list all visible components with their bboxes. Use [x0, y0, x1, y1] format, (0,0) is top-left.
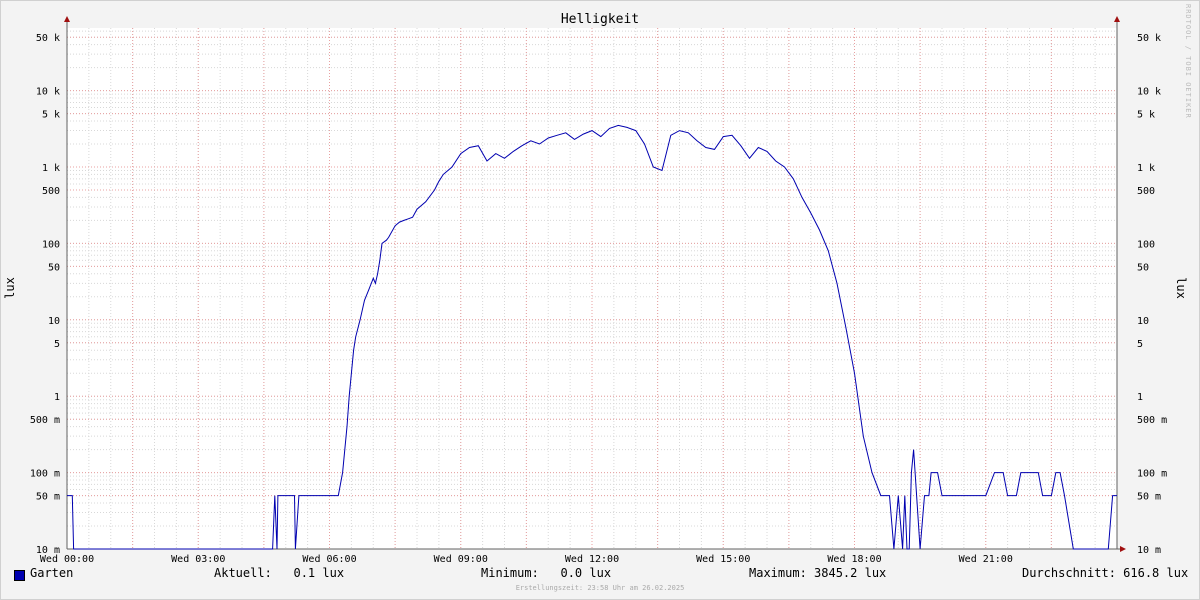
y-tick-label-right: 50	[1137, 262, 1149, 273]
x-axis-arrow	[1120, 546, 1126, 552]
y-tick-label-right: 50 m	[1137, 492, 1161, 503]
y-tick-label-right: 500 m	[1137, 415, 1167, 426]
y-tick-label-right: 5	[1137, 339, 1143, 350]
creation-timestamp: Erstellungszeit: 23:58 Uhr am 26.02.2025	[515, 584, 685, 592]
y-tick-label-left: 500	[42, 186, 60, 197]
x-tick-label: Wed 18:00	[827, 554, 881, 565]
y-tick-label-right: 50 k	[1137, 33, 1161, 44]
x-tick-label: Wed 15:00	[696, 554, 750, 565]
y-tick-label-left: 5 k	[42, 110, 60, 121]
y-tick-label-right: 10	[1137, 316, 1149, 327]
brightness-chart: Wed 00:00 Wed 03:00 Wed 06:00 Wed 09:00 Wed …	[3, 12, 1188, 565]
y-tick-label-left: 100	[42, 239, 60, 250]
x-tick-label: Wed 03:00	[171, 554, 225, 565]
y-axis-label-right: lux	[1174, 277, 1188, 299]
x-tick-label: Wed 06:00	[302, 554, 356, 565]
y-tick-label-right: 5 k	[1137, 110, 1155, 121]
y-tick-label-left: 10	[48, 316, 60, 327]
y-tick-label-left: 1 k	[42, 163, 60, 174]
y-tick-label-left: 10 m	[36, 545, 60, 556]
y-tick-label-right: 100 m	[1137, 469, 1167, 480]
y-tick-label-right: 10 k	[1137, 87, 1161, 98]
x-tick-label: Wed 21:00	[959, 554, 1013, 565]
y-tick-label-right: 10 m	[1137, 545, 1161, 556]
legend-current: Aktuell: 0.1 lux	[214, 566, 345, 580]
grid-layer	[66, 28, 1118, 550]
y-tick-label-left: 100 m	[30, 469, 60, 480]
y-tick-label-left: 10 k	[36, 87, 60, 98]
y-tick-label-right: 1	[1137, 392, 1143, 403]
legend-average: Durchschnitt: 616.8 lux	[1022, 566, 1189, 580]
y-tick-label-left: 50 k	[36, 33, 60, 44]
y-tick-label-left: 1	[54, 392, 60, 403]
legend-series-name: Garten	[30, 566, 74, 580]
legend-maximum: Maximum: 3845.2 lux	[749, 566, 887, 580]
rrdtool-watermark: RRDTOOL / TOBI OETIKER	[1184, 4, 1192, 119]
y-tick-label-left: 5	[54, 339, 60, 350]
y-axis-label-left: lux	[3, 277, 17, 299]
y-tick-label-right: 1 k	[1137, 163, 1155, 174]
legend-color-swatch	[14, 570, 25, 581]
y-axis-arrow-right	[1114, 16, 1120, 22]
y-axis-arrow-left	[64, 16, 70, 22]
y-tick-label-right: 100	[1137, 239, 1155, 250]
y-tick-label-left: 50	[48, 262, 60, 273]
legend-minimum: Minimum: 0.0 lux	[481, 566, 612, 580]
y-tick-label-left: 50 m	[36, 492, 60, 503]
y-tick-label-left: 500 m	[30, 415, 60, 426]
y-tick-label-right: 500	[1137, 186, 1155, 197]
chart-title: Helligkeit	[561, 12, 639, 27]
x-tick-label: Wed 09:00	[434, 554, 488, 565]
x-tick-label: Wed 12:00	[565, 554, 619, 565]
